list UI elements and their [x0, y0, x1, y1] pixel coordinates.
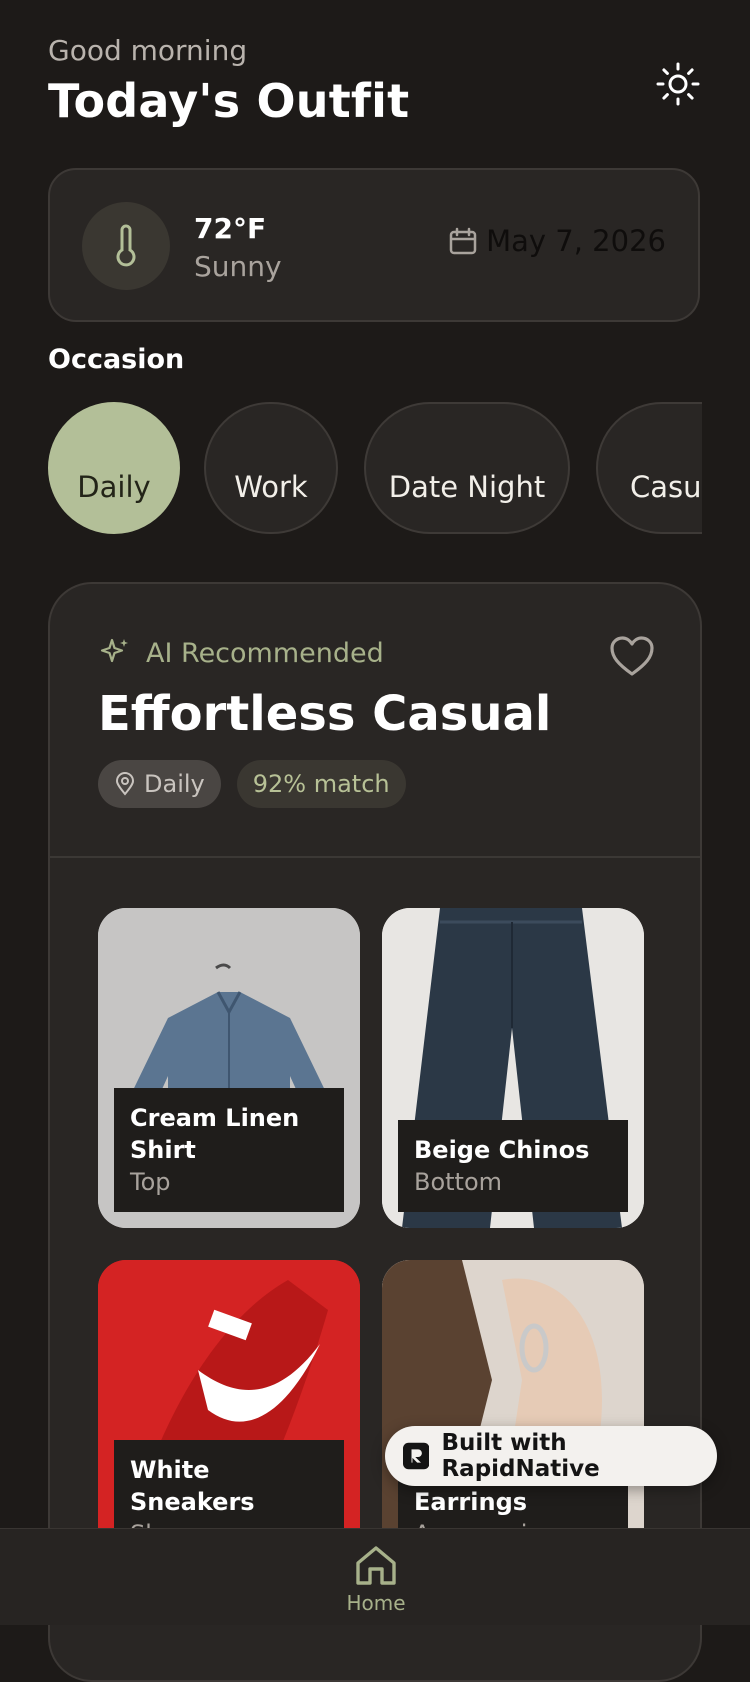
- page-title: Today's Outfit: [48, 74, 410, 128]
- item-info: Beige Chinos Bottom: [398, 1120, 628, 1212]
- item-info: Cream Linen Shirt Top: [114, 1088, 344, 1212]
- item-name: Beige Chinos: [414, 1136, 590, 1164]
- occasion-chip-work[interactable]: Work: [204, 402, 338, 534]
- calendar-icon: [449, 227, 477, 255]
- date-text: May 7, 2026: [486, 224, 666, 258]
- occasion-label: Occasion: [48, 344, 185, 375]
- tab-home-label: Home: [346, 1591, 406, 1615]
- recommendation-card: AI Recommended Effortless Casual Daily 9…: [48, 582, 702, 1682]
- heart-icon: [610, 636, 654, 676]
- item-category: Top: [130, 1168, 171, 1196]
- thermometer-icon: [82, 202, 170, 290]
- outfit-title: Effortless Casual: [98, 686, 552, 742]
- item-name: Cream Linen Shirt: [130, 1104, 300, 1164]
- bottom-tab-bar: Home: [0, 1528, 750, 1625]
- location-pin-icon: [115, 772, 135, 796]
- rapidnative-logo-icon: [403, 1442, 430, 1470]
- weather-card: 72°F Sunny May 7, 2026: [48, 168, 700, 322]
- theme-toggle-button[interactable]: [652, 58, 704, 110]
- occasion-chip-date-night[interactable]: Date Night: [364, 402, 570, 534]
- weather-condition: Sunny: [194, 250, 282, 283]
- greeting-text: Good morning: [48, 34, 248, 67]
- item-name: Earrings: [414, 1488, 528, 1516]
- occasion-tag-label: Daily: [144, 770, 205, 798]
- occasion-chip-casual[interactable]: Casual: [596, 402, 702, 534]
- occasion-chips: Daily Work Date Night Casual: [48, 402, 702, 536]
- sun-icon: [656, 62, 700, 106]
- item-name: White Sneakers: [130, 1456, 255, 1516]
- occasion-tag: Daily: [98, 760, 221, 808]
- match-score-tag: 92% match: [236, 760, 406, 808]
- favorite-button[interactable]: [608, 634, 656, 682]
- built-with-badge[interactable]: Built with RapidNative: [385, 1426, 717, 1486]
- outfit-item-card[interactable]: Cream Linen Shirt Top: [98, 908, 360, 1228]
- home-icon: [356, 1546, 396, 1585]
- occasion-chip-daily[interactable]: Daily: [48, 402, 180, 534]
- card-divider: [50, 856, 700, 858]
- ai-recommended-row: AI Recommended: [98, 636, 384, 670]
- tab-home[interactable]: Home: [338, 1543, 414, 1615]
- item-category: Bottom: [414, 1168, 503, 1196]
- sparkles-icon: [100, 638, 128, 663]
- outfit-item-card[interactable]: Beige Chinos Bottom: [382, 908, 644, 1228]
- built-with-text: Built with RapidNative: [441, 1430, 600, 1482]
- ai-recommended-label: AI Recommended: [146, 637, 384, 669]
- outfit-tags: Daily 92% match: [98, 760, 406, 808]
- temperature-value: 72°F: [194, 212, 267, 245]
- date-display: May 7, 2026: [448, 224, 666, 258]
